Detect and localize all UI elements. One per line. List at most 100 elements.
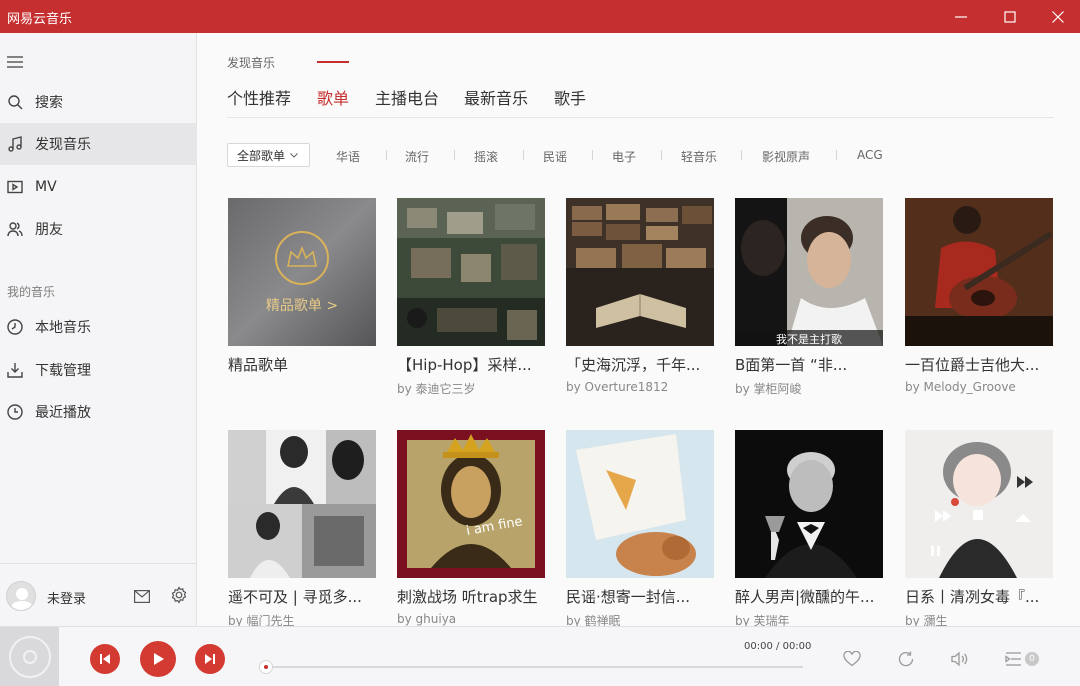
heart-icon xyxy=(843,650,861,667)
playlist-card-premium[interactable]: 精品歌单 > 精品歌单 xyxy=(228,198,376,375)
genre-tag[interactable]: ACG xyxy=(857,148,883,162)
sidebar-item-local-music[interactable]: 本地音乐 xyxy=(0,306,197,348)
sidebar-item-discover-music[interactable]: 发现音乐 xyxy=(0,123,197,165)
gear-icon[interactable] xyxy=(170,586,188,608)
playlist-cover xyxy=(905,198,1053,346)
genre-tag[interactable]: 民谣 xyxy=(543,148,567,165)
playlist-card[interactable]: 民谣·想寄一封信... by 鹤禅眠 xyxy=(566,430,714,626)
divider xyxy=(454,150,455,160)
genre-tag[interactable]: 轻音乐 xyxy=(681,148,717,165)
tab-playlists[interactable]: 歌单 xyxy=(317,85,349,109)
divider xyxy=(523,150,524,160)
playlist-cover: 精品歌单 > xyxy=(228,198,376,346)
playlist-title: 一百位爵士吉他大... xyxy=(905,356,1040,374)
sidebar-item-label: 发现音乐 xyxy=(35,137,91,153)
minimize-button[interactable] xyxy=(938,0,984,33)
tab-radio[interactable]: 主播电台 xyxy=(375,85,439,109)
menu-button[interactable] xyxy=(7,53,23,72)
friends-icon xyxy=(7,221,23,237)
playlist-card[interactable]: 一百位爵士吉他大... by Melody_Groove xyxy=(905,198,1053,394)
tab-personal-recommend[interactable]: 个性推荐 xyxy=(227,85,291,109)
mail-icon[interactable] xyxy=(134,588,151,607)
genre-tag[interactable]: 影视原声 xyxy=(762,148,810,165)
sidebar-item-downloads[interactable]: 下载管理 xyxy=(0,349,197,391)
title-bar: 网易云音乐 xyxy=(0,0,1080,33)
time-readout: 00:00 / 00:00 xyxy=(744,641,811,652)
hamburger-icon xyxy=(7,56,23,68)
divider xyxy=(227,117,1054,118)
playlist-creator[interactable]: by Melody_Groove xyxy=(905,380,1053,394)
playlist-cover xyxy=(566,198,714,346)
queue-icon xyxy=(1005,652,1021,666)
playlist-card[interactable]: 遥不可及 | 寻觅多... by 幅门先生 xyxy=(228,430,376,626)
sidebar-item-label: 本地音乐 xyxy=(35,320,91,336)
sidebar-item-recent[interactable]: 最近播放 xyxy=(0,391,197,433)
play-icon xyxy=(154,653,164,665)
playlist-creator[interactable]: by 幅门先生 xyxy=(228,612,376,626)
genre-tag[interactable]: 华语 xyxy=(336,148,360,165)
sidebar-item-search[interactable]: 搜索 xyxy=(0,81,197,123)
sidebar-item-label: 朋友 xyxy=(35,222,63,238)
recent-icon xyxy=(7,404,23,420)
genre-tag[interactable]: 摇滚 xyxy=(474,148,498,165)
maximize-button[interactable] xyxy=(987,0,1033,33)
playlist-title: 刺激战场 听trap求生 xyxy=(397,588,538,606)
minimize-icon xyxy=(955,15,967,18)
divider xyxy=(836,150,837,160)
volume-button[interactable] xyxy=(951,651,969,671)
sidebar-item-mv[interactable]: MV xyxy=(0,166,197,208)
genre-tag[interactable]: 电子 xyxy=(612,148,636,165)
playlist-creator[interactable]: by 掌柜阿峻 xyxy=(735,380,883,397)
playlist-card[interactable]: 醉人男声|微醺的午... by 芙瑞年 xyxy=(735,430,883,626)
progress-handle[interactable] xyxy=(259,660,273,674)
play-button[interactable] xyxy=(140,641,176,677)
playlist-title: 民谣·想寄一封信... xyxy=(566,588,691,606)
genre-tag[interactable]: 流行 xyxy=(405,148,429,165)
playlist-cover xyxy=(905,430,1053,578)
maximize-icon xyxy=(1004,10,1016,23)
playlist-creator[interactable]: by 瀰生 xyxy=(905,612,1053,626)
tab-artists[interactable]: 歌手 xyxy=(554,85,586,109)
chevron-down-icon xyxy=(290,152,298,158)
previous-button[interactable] xyxy=(90,644,120,674)
sidebar-item-friends[interactable]: 朋友 xyxy=(0,208,197,250)
volume-icon xyxy=(951,651,968,667)
main-content: 发现音乐 个性推荐 歌单 主播电台 最新音乐 歌手 全部歌单 华语 流行 摇滚 … xyxy=(198,33,1080,626)
playlist-creator[interactable]: by 芙瑞年 xyxy=(735,612,883,626)
playlist-creator[interactable]: by ghuiya xyxy=(397,612,545,626)
next-button[interactable] xyxy=(195,644,225,674)
tab-new-music[interactable]: 最新音乐 xyxy=(464,85,528,109)
playlist-card[interactable]: i am fine 刺激战场 听trap求生 by ghuiya xyxy=(397,430,545,626)
player-bar: 00:00 / 00:00 0 xyxy=(0,626,1080,686)
divider xyxy=(741,150,742,160)
progress-bar[interactable] xyxy=(264,666,803,668)
current-time: 00:00 xyxy=(744,641,773,652)
playlist-card[interactable]: 日系丨清冽女毒『... by 瀰生 xyxy=(905,430,1053,626)
sidebar-item-label: 最近播放 xyxy=(35,405,91,421)
like-button[interactable] xyxy=(843,650,861,671)
playlist-card[interactable]: 【Hip-Hop】采样... by 泰迪它三岁 xyxy=(397,198,545,397)
playlist-card[interactable]: 「史海沉浮，千年... by Overture1812 xyxy=(566,198,714,394)
playlist-title: 精品歌单 xyxy=(228,356,289,374)
playlist-title: B面第一首 “非... xyxy=(735,356,848,374)
loop-mode-button[interactable] xyxy=(897,651,915,671)
user-panel: 未登录 xyxy=(0,563,197,626)
playlist-creator[interactable]: by 泰迪它三岁 xyxy=(397,380,545,397)
loop-icon xyxy=(898,651,914,667)
avatar[interactable] xyxy=(6,581,36,611)
playlist-card[interactable]: 我不是主打歌 B面第一首 “非... by 掌柜阿峻 xyxy=(735,198,883,397)
playlist-cover: 我不是主打歌 xyxy=(735,198,883,346)
category-dropdown[interactable]: 全部歌单 xyxy=(227,143,310,167)
album-art-placeholder[interactable] xyxy=(0,627,59,686)
playlist-creator[interactable]: by Overture1812 xyxy=(566,380,714,394)
playlist-creator[interactable]: by 鹤禅眠 xyxy=(566,612,714,626)
playlist-queue-button[interactable] xyxy=(1005,651,1023,671)
close-button[interactable] xyxy=(1035,0,1080,33)
video-icon xyxy=(7,179,23,195)
sidebar-item-label: MV xyxy=(35,179,57,195)
playlist-cover xyxy=(566,430,714,578)
active-tab-indicator xyxy=(317,61,349,63)
user-name[interactable]: 未登录 xyxy=(47,588,86,607)
playlist-title: 醉人男声|微醺的午... xyxy=(735,588,875,606)
local-music-icon xyxy=(7,319,23,335)
